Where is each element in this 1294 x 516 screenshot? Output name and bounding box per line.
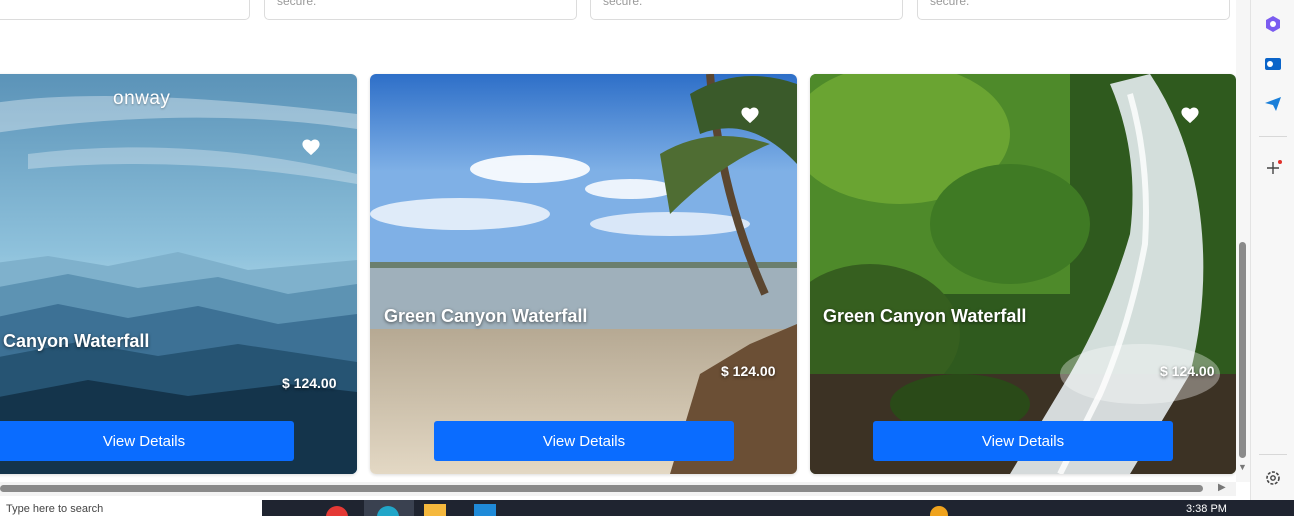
taskbar-clock[interactable]: 3:38 PM [1186, 503, 1227, 515]
top-field[interactable] [0, 0, 250, 20]
taskbar-search[interactable]: Type here to search [0, 500, 262, 516]
tour-card: Green Canyon Waterfall $ 124.00 View Det… [370, 74, 797, 474]
card-price: $ 124.00 [1160, 363, 1215, 379]
copilot-icon[interactable] [1263, 14, 1283, 34]
field-placeholder: secure. [603, 0, 643, 8]
sidebar-divider [1259, 454, 1287, 455]
brand-watermark: onway [113, 88, 171, 109]
vscode-icon[interactable] [474, 504, 496, 516]
card-price: $ 124.00 [282, 375, 337, 391]
weather-icon[interactable] [930, 506, 948, 516]
horizontal-scrollbar[interactable]: ▶ [0, 482, 1236, 496]
top-field[interactable]: secure. [264, 0, 577, 20]
tour-card: Green Canyon Waterfall $ 124.00 View Det… [810, 74, 1236, 474]
favorite-heart-icon[interactable] [1180, 106, 1200, 124]
taskbar-search-placeholder: Type here to search [6, 503, 104, 515]
horizontal-scrollbar-thumb[interactable] [0, 485, 1203, 492]
view-details-button[interactable]: View Details [873, 421, 1173, 461]
scroll-right-arrow-icon[interactable]: ▶ [1218, 482, 1226, 493]
card-price: $ 124.00 [721, 363, 776, 379]
view-details-button[interactable]: View Details [434, 421, 734, 461]
settings-icon[interactable] [1263, 468, 1283, 488]
favorite-heart-icon[interactable] [301, 138, 321, 156]
view-details-button[interactable]: View Details [0, 421, 294, 461]
field-placeholder: secure. [277, 0, 317, 8]
vertical-scrollbar-thumb[interactable] [1239, 242, 1246, 458]
waterfall-image [810, 74, 1236, 474]
taskbar: Type here to search 3:38 PM [0, 500, 1294, 516]
beach-image [370, 74, 797, 474]
sidebar-divider [1259, 136, 1287, 137]
favorite-heart-icon[interactable] [740, 106, 760, 124]
tour-card: onway Canyon Waterfall $ 124.00 View Det… [0, 74, 357, 474]
vertical-scrollbar[interactable]: ▼ [1236, 0, 1250, 482]
card-title: Green Canyon Waterfall [823, 306, 1027, 326]
edge-icon [377, 506, 399, 516]
taskbar-active-app[interactable] [364, 500, 414, 516]
add-icon[interactable] [1263, 158, 1283, 178]
card-title: Canyon Waterfall [3, 331, 150, 351]
scroll-down-arrow-icon[interactable]: ▼ [1238, 462, 1247, 472]
outlook-icon[interactable] [1263, 54, 1283, 74]
file-explorer-icon[interactable] [424, 504, 446, 516]
top-field[interactable]: secure. [590, 0, 903, 20]
chrome-icon[interactable] [326, 506, 348, 516]
mountain-image [0, 74, 357, 474]
card-title: Green Canyon Waterfall [384, 306, 588, 326]
send-icon[interactable] [1263, 94, 1283, 114]
page-content: secure. secure. secure. onway Canyon Wat… [0, 0, 1236, 482]
field-placeholder: secure. [930, 0, 970, 8]
browser-sidebar [1250, 0, 1294, 500]
top-field[interactable]: secure. [917, 0, 1230, 20]
